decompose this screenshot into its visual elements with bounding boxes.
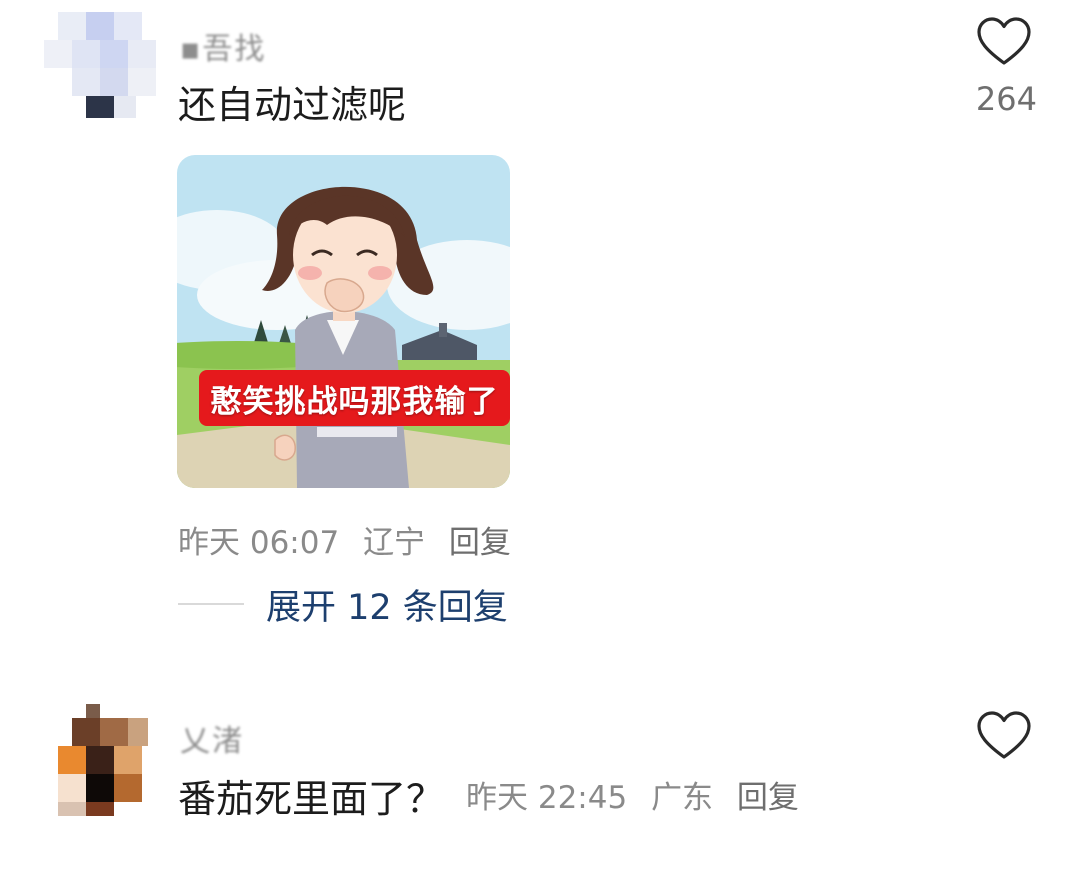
meme-image[interactable]: 憨笑挑战吗那我输了	[177, 155, 510, 488]
like-count: 264	[975, 80, 1037, 118]
heart-outline-icon	[977, 17, 1031, 65]
avatar[interactable]	[44, 12, 156, 124]
reply-button[interactable]: 回复	[449, 525, 511, 561]
comment-location: 广东	[651, 780, 714, 816]
comment-text: 还自动过滤呢	[178, 83, 407, 127]
expand-replies-link[interactable]: 展开 12 条回复	[266, 579, 508, 630]
avatar[interactable]	[44, 704, 156, 816]
comment-text: 番茄死里面了？	[178, 777, 445, 821]
comment-meta: 昨天 22:45 广东 回复	[466, 772, 813, 817]
reply-button[interactable]: 回复	[737, 780, 799, 816]
meme-caption: 憨笑挑战吗那我输了	[199, 370, 510, 426]
expand-replies[interactable]: 展开 12 条回复	[178, 576, 508, 632]
like-button[interactable]	[976, 16, 1032, 68]
username[interactable]: 乂渚	[180, 716, 244, 760]
comment-time: 昨天 06:07	[178, 525, 340, 561]
comment-time: 昨天 22:45	[466, 780, 628, 816]
username[interactable]: ▪吾找	[180, 24, 266, 68]
like-button[interactable]	[976, 710, 1032, 762]
comment-meta: 昨天 06:07 辽宁 回复	[178, 517, 525, 562]
heart-outline-icon	[977, 711, 1031, 759]
divider	[178, 603, 244, 605]
comment-location: 辽宁	[363, 525, 426, 561]
